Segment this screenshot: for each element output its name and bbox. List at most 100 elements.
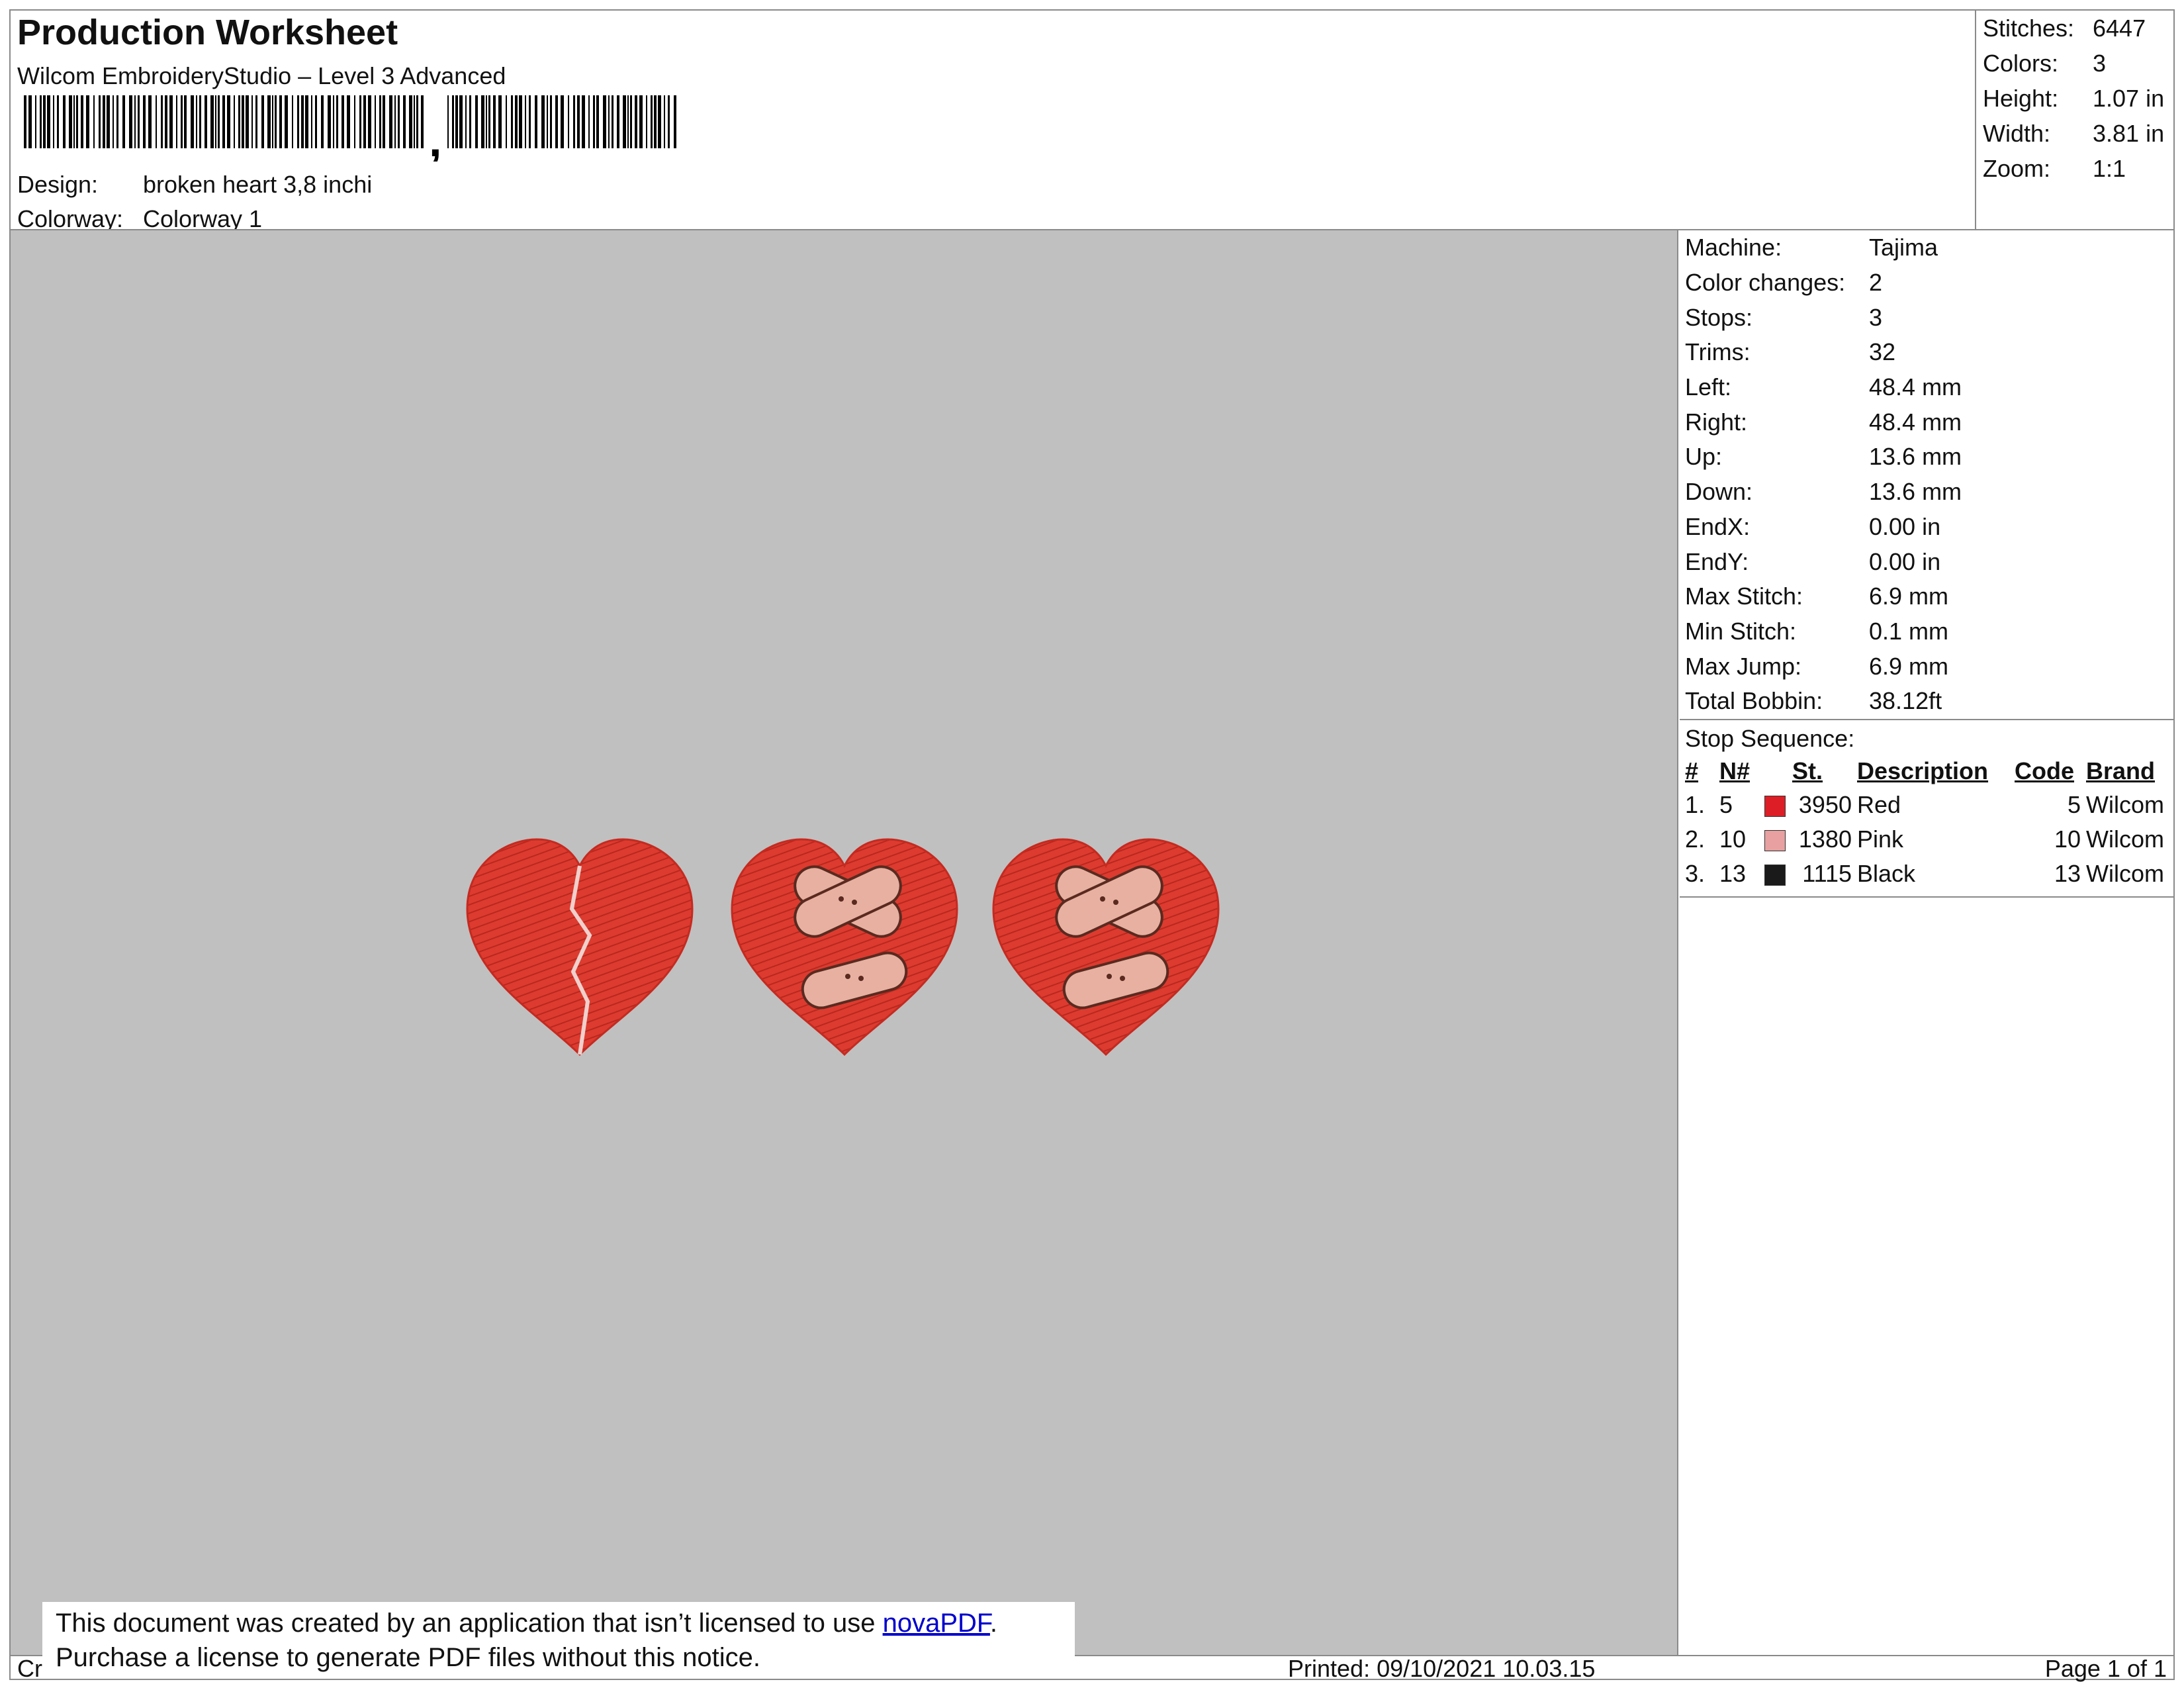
stop-brand: Wilcom (2086, 790, 2164, 818)
machine-info-label: Trims: (1685, 338, 1751, 366)
stat-value: 1:1 (2093, 154, 2126, 182)
broken-heart-icon (466, 838, 694, 1056)
machine-info-label: Total Bobbin: (1685, 687, 1823, 715)
stop-index: 3. (1685, 859, 1706, 887)
machine-info-label: Min Stitch: (1685, 617, 1797, 645)
stat-row: Stitches: 6447 (1983, 11, 2173, 46)
machine-info-label: EndX: (1685, 512, 1751, 540)
stop-description: Red (1857, 790, 1901, 818)
page-title: Production Worksheet (17, 13, 398, 52)
stat-value: 3.81 in (2093, 119, 2165, 147)
bandaged-heart-icon (992, 838, 1220, 1056)
machine-info-row: EndY: 0.00 in (1680, 544, 2173, 579)
barcode-separator: , (429, 115, 441, 162)
notice-line-2: Purchase a license to generate PDF files… (56, 1643, 760, 1672)
stop-description: Pink (1857, 825, 1904, 853)
machine-info-row: Left: 48.4 mm (1680, 370, 2173, 405)
stop-table-header: # N# St. Description Code Brand (1685, 755, 2169, 788)
machine-info-value: 0.00 in (1869, 547, 1941, 575)
stat-value: 3 (2093, 49, 2107, 77)
machine-info-row: Stops: 3 (1680, 300, 2173, 335)
barcode: , (24, 95, 676, 162)
col-description: Description (1857, 757, 1989, 784)
stop-stitches: 1115 (1802, 859, 1852, 887)
machine-info-value: 48.4 mm (1869, 408, 1962, 436)
machine-info-row: Total Bobbin: 38.12ft (1680, 684, 2173, 719)
col-index: # (1685, 757, 1699, 784)
stop-row: 2. 10 1380 Pink 10 Wilcom (1685, 822, 2169, 857)
machine-info-row: Color changes: 2 (1680, 265, 2173, 301)
machine-info-label: Right: (1685, 408, 1748, 436)
stop-description: Black (1857, 859, 1916, 887)
machine-info-value: 38.12ft (1869, 687, 1942, 715)
stat-label: Height: (1983, 84, 2059, 112)
notice-punctuation: . (989, 1609, 998, 1638)
col-needle: N# (1719, 757, 1751, 784)
stop-index: 1. (1685, 790, 1706, 818)
bandaged-heart-icon (731, 838, 958, 1056)
design-label: Design: (17, 171, 99, 198)
machine-info-row: EndX: 0.00 in (1680, 510, 2173, 545)
machine-info-value: 3 (1869, 303, 1883, 331)
machine-info-label: Color changes: (1685, 269, 1846, 297)
col-swatch (1764, 755, 1792, 788)
stop-index: 2. (1685, 825, 1706, 853)
machine-info-value: 0.1 mm (1869, 617, 1949, 645)
machine-info-row: Down: 13.6 mm (1680, 475, 2173, 510)
machine-info-value: Tajima (1869, 234, 1938, 261)
stop-code: 5 (2067, 790, 2081, 818)
machine-info-label: Machine: (1685, 234, 1782, 261)
stop-row: 3. 13 1115 Black 13 Wilcom (1685, 857, 2169, 891)
stop-table: # N# St. Description Code Brand 1. 5 3950 R… (1685, 755, 2169, 891)
stat-value: 6447 (2093, 14, 2146, 42)
printed-timestamp: Printed: 09/10/2021 10.03.15 (1288, 1655, 1596, 1682)
machine-info-value: 13.6 mm (1869, 443, 1962, 471)
machine-info-label: Down: (1685, 478, 1753, 506)
machine-info-value: 13.6 mm (1869, 478, 1962, 506)
worksheet-header: Production Worksheet Wilcom EmbroiderySt… (11, 11, 1976, 232)
stop-stitches: 1380 (1798, 825, 1852, 853)
design-name: broken heart 3,8 inchi (143, 171, 373, 198)
stop-stitches: 3950 (1798, 790, 1852, 818)
stat-row: Height: 1.07 in (1983, 81, 2173, 116)
machine-info-row: Max Stitch: 6.9 mm (1680, 579, 2173, 614)
design-stats: Stitches: 6447 Colors: 3 Height: 1.07 in Wi… (1976, 11, 2173, 229)
machine-info-label: Stops: (1685, 303, 1753, 331)
design-preview (11, 230, 1678, 1655)
machine-info-value: 6.9 mm (1869, 652, 1949, 680)
stop-sequence: Stop Sequence: # N# St. Description Code… (1680, 718, 2173, 898)
design-row: Design: broken heart 3,8 inchi (17, 171, 372, 199)
col-brand: Brand (2086, 757, 2156, 784)
footer-left-text: Cr (17, 1655, 42, 1682)
machine-info-row: Machine: Tajima (1680, 230, 2173, 265)
stat-label: Zoom: (1983, 154, 2051, 182)
stop-sequence-title: Stop Sequence: (1685, 724, 1855, 752)
page-number: Page 1 of 1 (2044, 1655, 2167, 1682)
stop-needle: 13 (1719, 859, 1747, 887)
stop-row: 1. 5 3950 Red 5 Wilcom (1685, 788, 2169, 822)
stat-row: Colors: 3 (1983, 46, 2173, 81)
stop-brand: Wilcom (2086, 859, 2164, 887)
novapdf-link[interactable]: novaPDF (883, 1609, 990, 1638)
stat-row: Zoom: 1:1 (1983, 151, 2173, 186)
stop-sequence-divider (1680, 891, 2173, 898)
stop-needle: 5 (1719, 790, 1733, 818)
machine-info-label: EndY: (1685, 547, 1749, 575)
stat-label: Stitches: (1983, 14, 2075, 42)
machine-info-row: Right: 48.4 mm (1680, 404, 2173, 440)
color-swatch (1764, 822, 1792, 857)
machine-info-label: Max Stitch: (1685, 583, 1803, 610)
stat-label: Colors: (1983, 49, 2059, 77)
stat-value: 1.07 in (2093, 84, 2165, 112)
machine-info: Machine: Tajima Color changes: 2 Stops: 3 Trim… (1680, 230, 2173, 719)
color-swatch (1764, 857, 1792, 891)
production-worksheet: Production Worksheet Wilcom EmbroiderySt… (9, 9, 2175, 1682)
stat-label: Width: (1983, 119, 2051, 147)
machine-info-row: Max Jump: 6.9 mm (1680, 649, 2173, 684)
machine-info-row: Min Stitch: 0.1 mm (1680, 614, 2173, 649)
notice-text: This document was created by an applicat… (56, 1609, 883, 1638)
software-name: Wilcom EmbroideryStudio – Level 3 Advanc… (17, 62, 506, 89)
machine-info-value: 2 (1869, 269, 1883, 297)
machine-info-label: Left: (1685, 373, 1732, 401)
stop-brand: Wilcom (2086, 825, 2164, 853)
